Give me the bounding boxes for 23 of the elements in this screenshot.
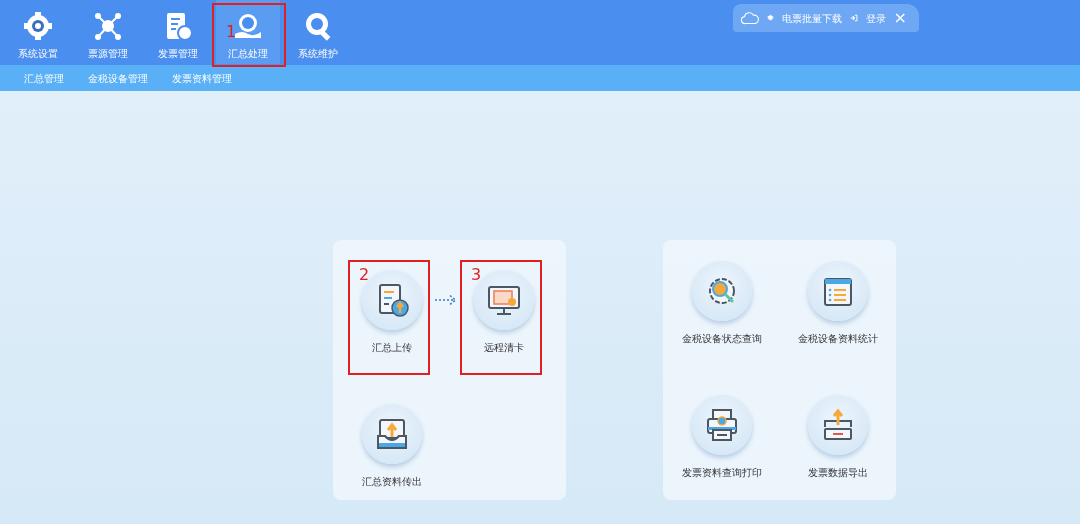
printer-search-icon xyxy=(704,407,740,443)
sub-nav-link[interactable]: 发票资料管理 xyxy=(172,70,232,86)
feature-tile[interactable]: 金税设备资料统计 xyxy=(788,261,888,346)
login-link[interactable]: 登录 xyxy=(865,10,886,26)
nav-tab[interactable]: 系统维护 xyxy=(286,0,350,64)
feature-tile[interactable]: 汇总资料传出 xyxy=(342,404,442,489)
close-button[interactable]: × xyxy=(893,10,907,26)
gear-icon xyxy=(22,9,54,42)
nav-tab[interactable]: 系统设置 xyxy=(6,0,70,64)
annotation-number: 3 xyxy=(471,267,482,283)
nav-tab[interactable]: 发票管理 xyxy=(146,0,210,64)
annotation-number: 1 xyxy=(226,24,237,40)
feature-tile[interactable]: 发票资料查询打印 xyxy=(672,395,772,480)
dotted-arrow-icon xyxy=(434,294,458,306)
download-link[interactable]: 电票批量下载 xyxy=(781,10,842,26)
sub-nav-link[interactable]: 汇总管理 xyxy=(24,70,64,86)
feature-tile[interactable]: 发票数据导出 xyxy=(788,395,888,480)
nav-tab[interactable]: 票源管理 xyxy=(76,0,140,64)
feature-tile[interactable]: 金税设备状态查询 xyxy=(672,261,772,346)
inbox-upload-icon xyxy=(374,416,410,452)
annotation-number: 2 xyxy=(359,267,370,283)
sub-nav-link[interactable]: 金税设备管理 xyxy=(88,70,148,86)
login-icon xyxy=(849,13,858,23)
